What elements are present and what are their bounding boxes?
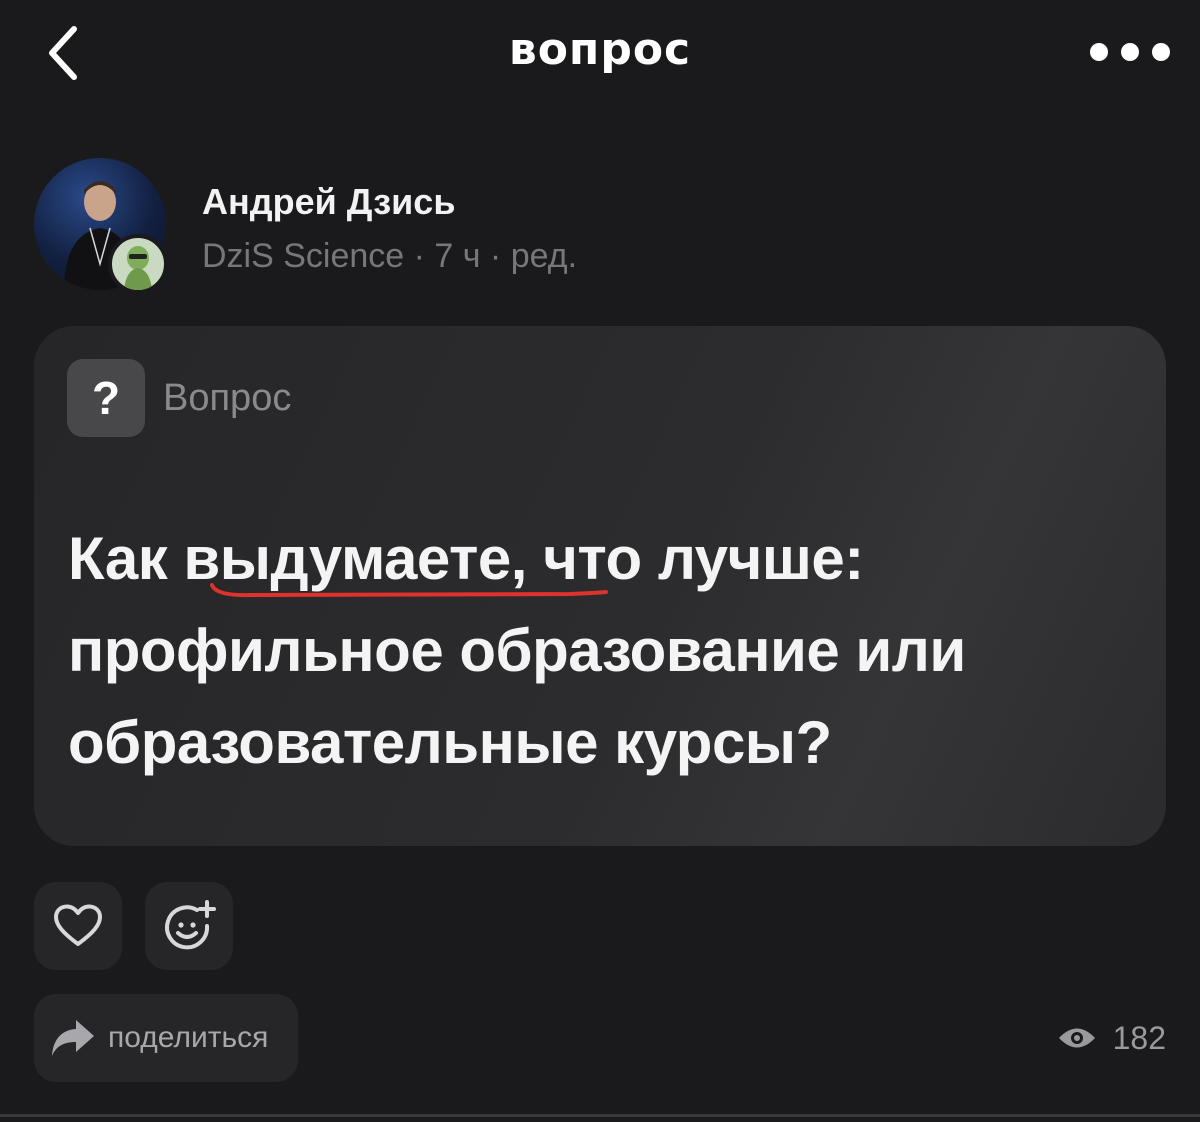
more-dots-icon xyxy=(1090,43,1108,61)
divider xyxy=(0,1114,1200,1117)
author-name[interactable]: Андрей Дзись xyxy=(202,180,455,224)
question-text: Как выдумаете, что лучше: профильное обр… xyxy=(68,525,966,776)
question-screen: вопрос Андрей Дзись DziS Science · 7 ч ·… xyxy=(0,0,1200,1122)
red-underline-annotation xyxy=(210,583,608,598)
more-button[interactable] xyxy=(1090,34,1170,70)
share-arrow-icon xyxy=(52,1020,94,1056)
share-button[interactable]: поделиться xyxy=(34,994,298,1082)
like-button[interactable] xyxy=(34,882,122,970)
more-dot xyxy=(1121,43,1139,61)
community-badge-art xyxy=(124,246,152,290)
add-emoji-icon xyxy=(165,900,216,950)
views-count: 182 xyxy=(1112,1020,1166,1056)
question-card: ? Вопрос Как выдумаете, что лучше: профи… xyxy=(34,326,1166,846)
eye-icon xyxy=(1058,1028,1095,1048)
page-title: вопрос xyxy=(508,24,692,75)
community-badge xyxy=(108,234,168,294)
views-counter: 182 xyxy=(1057,1016,1166,1060)
question-badge-label: Вопрос xyxy=(163,377,292,419)
share-label: поделиться xyxy=(108,1021,269,1054)
more-dot xyxy=(1152,43,1170,61)
question-mark-icon: ? xyxy=(67,359,145,437)
add-reaction-button[interactable] xyxy=(145,882,233,970)
heart-icon xyxy=(54,904,102,946)
post-meta: DziS Science · 7 ч · ред. xyxy=(202,237,578,275)
